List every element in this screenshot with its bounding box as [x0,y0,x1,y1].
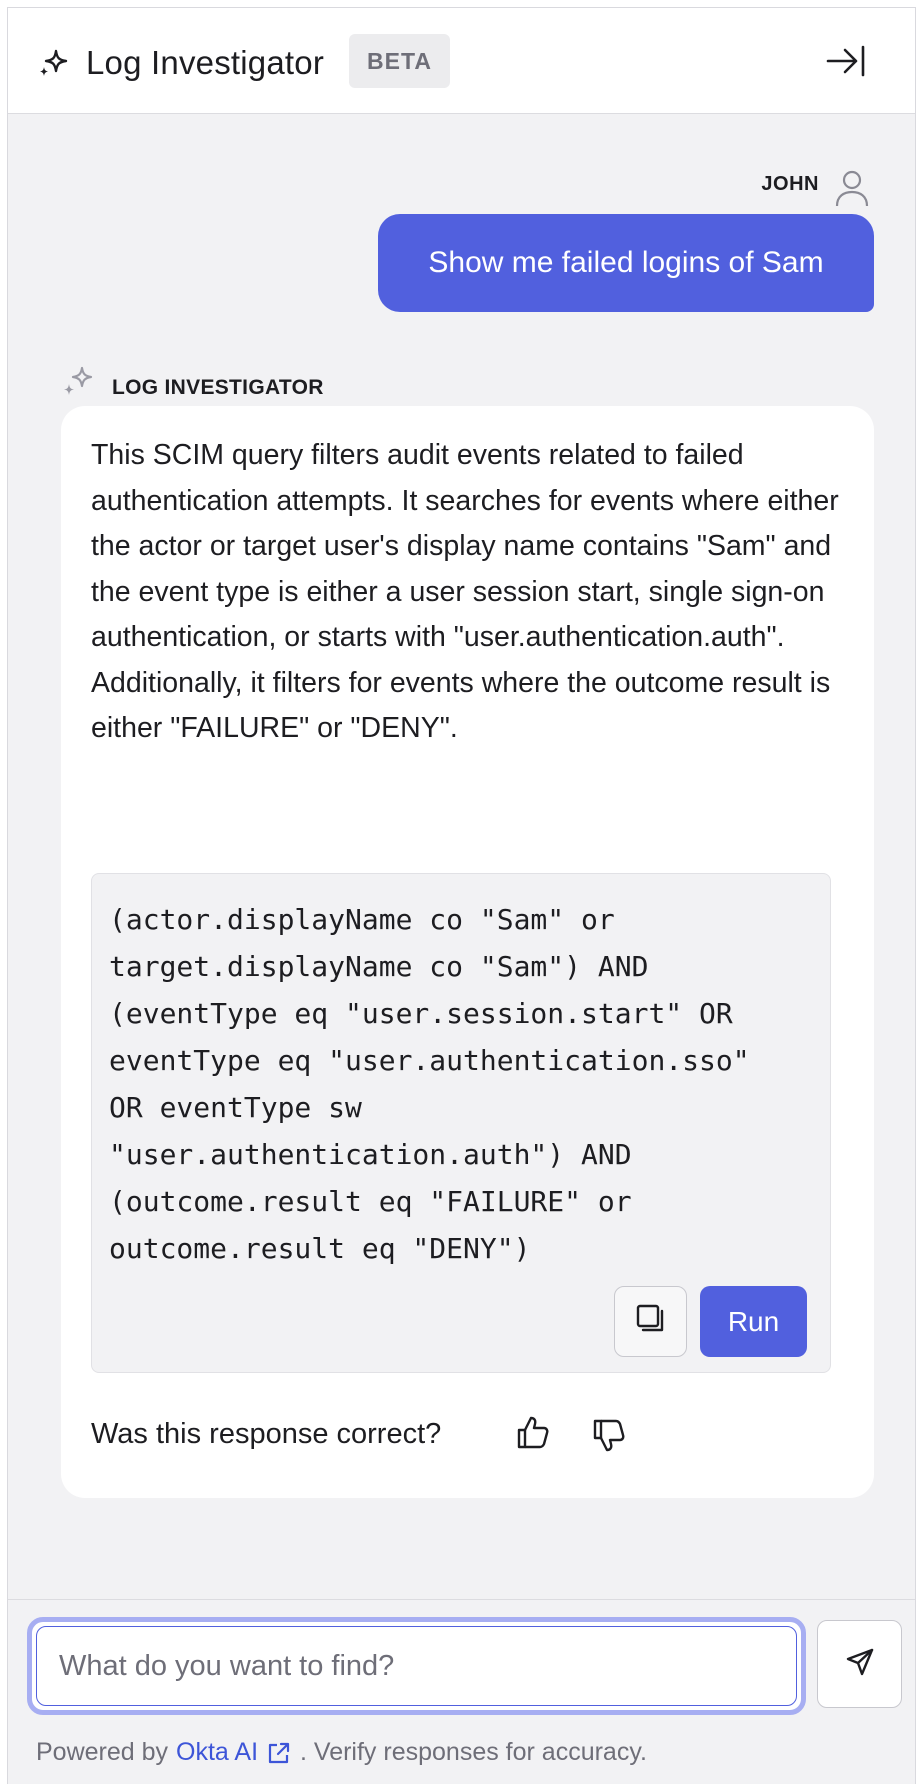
query-input[interactable] [36,1626,797,1706]
copy-icon [634,1302,668,1341]
scim-query-text[interactable]: (actor.displayName co "Sam" or target.di… [109,896,819,1272]
thumbs-up-icon[interactable] [515,1414,551,1450]
powered-by-suffix: . Verify responses for accuracy. [300,1738,647,1766]
log-investigator-panel: Log Investigator BETA JOHN Show me faile… [7,7,916,1784]
collapse-panel-icon[interactable] [826,44,866,78]
search-input-wrapper [27,1617,806,1715]
external-link-icon [268,1742,290,1763]
query-code-block: (actor.displayName co "Sam" or target.di… [91,873,831,1373]
powered-by-note: Powered by Okta AI . Verify responses fo… [36,1738,647,1767]
panel-header: Log Investigator BETA [8,8,915,114]
run-query-button[interactable]: Run [700,1286,807,1357]
okta-ai-link-label[interactable]: Okta AI [176,1738,258,1767]
user-name: JOHN [761,173,819,195]
feedback-question: Was this response correct? [91,1418,442,1450]
beta-badge: BETA [349,34,450,88]
copy-button[interactable] [614,1286,687,1357]
assistant-response-card: This SCIM query filters audit events rel… [61,406,874,1498]
panel-title: Log Investigator [86,44,325,81]
sparkle-icon [60,364,96,400]
assistant-name: LOG INVESTIGATOR [112,376,324,399]
send-button[interactable] [817,1620,902,1708]
send-icon [845,1647,875,1682]
thumbs-down-icon[interactable] [591,1418,627,1454]
user-avatar-icon [834,168,870,208]
composer-area: Powered by Okta AI . Verify responses fo… [8,1599,915,1784]
user-message-bubble: Show me failed logins of Sam [378,214,874,312]
okta-ai-link[interactable]: Okta AI [176,1738,300,1767]
powered-by-prefix: Powered by [36,1738,169,1766]
assistant-explanation: This SCIM query filters audit events rel… [91,439,839,744]
sparkle-icon [36,45,72,81]
